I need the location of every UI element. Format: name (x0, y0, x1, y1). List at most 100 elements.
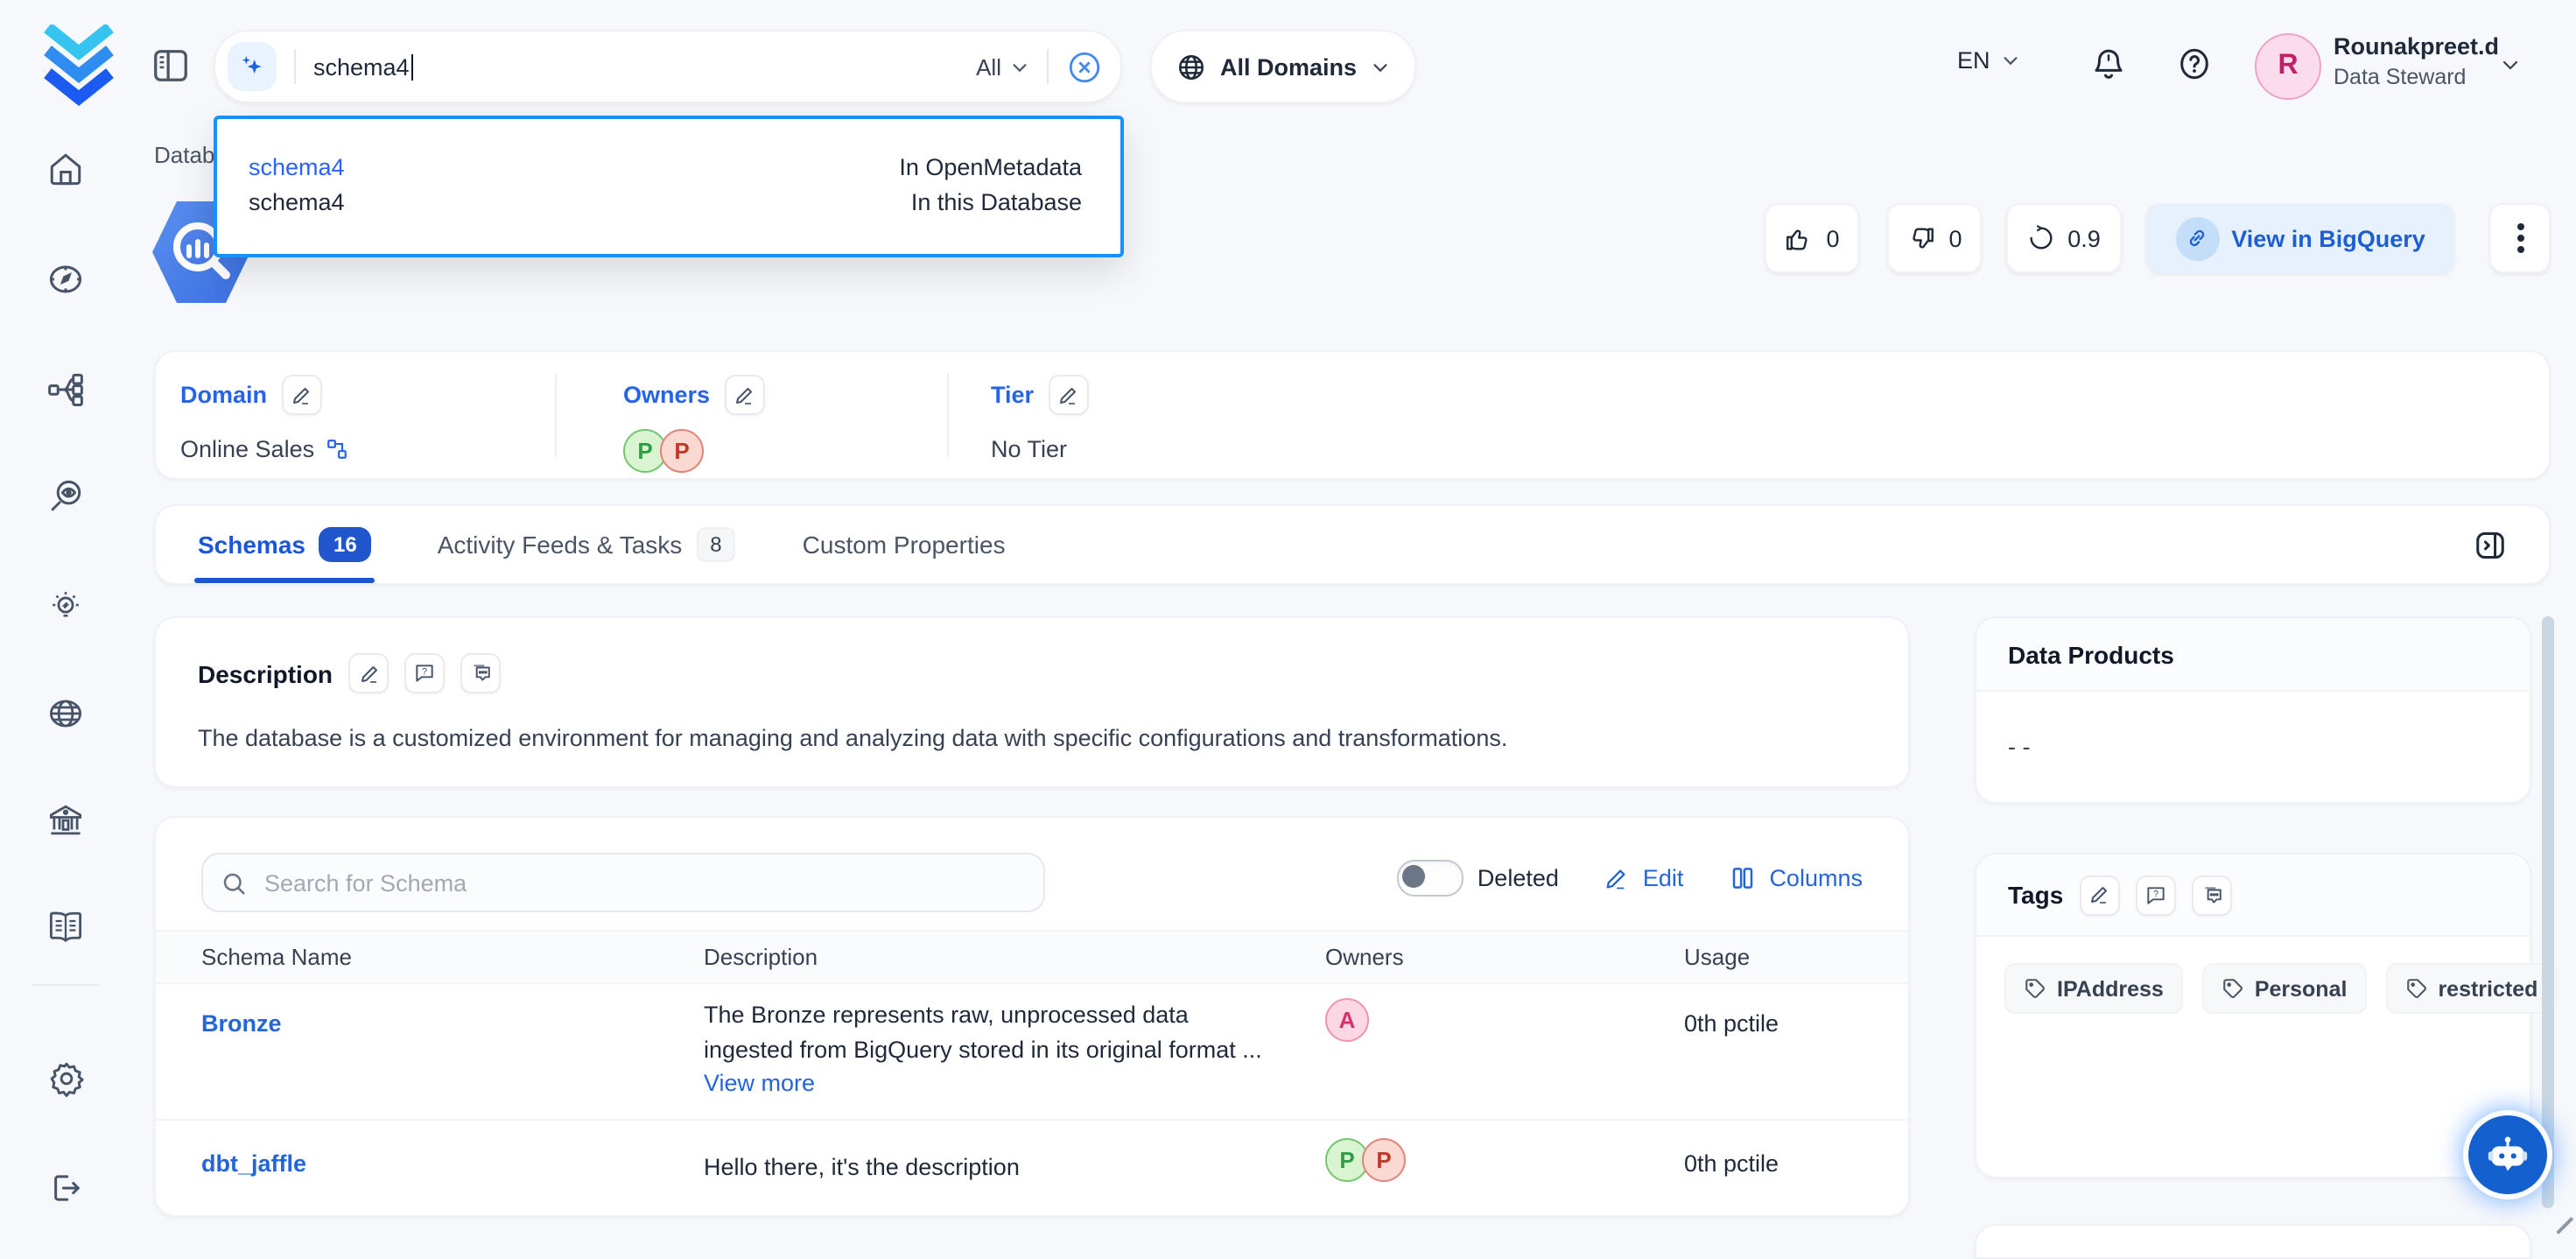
panel-scrollbar[interactable] (2542, 616, 2554, 1208)
link-icon (2175, 216, 2219, 260)
kebab-menu-icon (2516, 222, 2523, 254)
suggestion-label[interactable]: schema4 (249, 151, 345, 184)
schema-search-input[interactable] (261, 868, 1026, 897)
pencil-icon (2088, 884, 2109, 905)
tag-chip[interactable]: IPAddress (2004, 963, 2183, 1014)
breadcrumb[interactable]: Datab (154, 142, 214, 168)
sidebar-toggle-button[interactable] (151, 46, 191, 86)
clear-search-button[interactable] (1066, 48, 1103, 85)
sidebar-item-insights[interactable] (47, 587, 84, 623)
upvote-button[interactable]: 0 (1765, 203, 1859, 273)
downvote-count: 0 (1948, 225, 1962, 251)
tier-value: No Tier (991, 436, 1067, 462)
expand-side-panel-button[interactable] (2474, 528, 2507, 561)
suggestion-context: In this Database (911, 186, 1082, 219)
pencil-icon (291, 384, 312, 405)
sidebar-item-observability[interactable] (47, 478, 84, 515)
view-in-bigquery-button[interactable]: View in BigQuery (2146, 203, 2454, 273)
column-header-schema-name[interactable]: Schema Name (201, 944, 352, 970)
suggestion-label[interactable]: schema4 (249, 186, 345, 219)
user-avatar[interactable]: R (2255, 33, 2321, 100)
tags-conversations-button[interactable] (2191, 875, 2231, 915)
all-domains-button[interactable]: All Domains (1150, 30, 1416, 103)
tab-schemas[interactable]: Schemas 16 (198, 506, 371, 583)
owner-avatar[interactable]: P (660, 429, 704, 473)
svg-text:?: ? (422, 667, 427, 678)
divider (555, 373, 557, 457)
sidebar-item-explore[interactable] (47, 261, 84, 298)
column-header-owners[interactable]: Owners (1325, 944, 1404, 970)
show-deleted-toggle[interactable]: Deleted (1397, 860, 1559, 897)
description-conversations-button[interactable] (460, 653, 501, 693)
schemas-count-badge: 16 (319, 527, 371, 562)
insights-bulb-icon (47, 587, 84, 623)
help-button[interactable] (2176, 46, 2213, 82)
edit-domain-button[interactable] (281, 375, 321, 415)
observability-search-eye-icon (47, 478, 84, 515)
schema-link[interactable]: dbt_jaffle (201, 1150, 306, 1177)
request-description-button[interactable]: ? (404, 653, 445, 693)
data-products-title: Data Products (2008, 640, 2174, 668)
sparkles-icon (228, 42, 277, 91)
language-selector[interactable]: EN (1957, 47, 2020, 74)
usage-value: 0th pctile (1684, 1010, 1779, 1037)
sidebar-item-domains[interactable] (47, 695, 84, 732)
table-row: Bronze The Bronze represents raw, unproc… (156, 981, 1910, 1121)
edit-tier-button[interactable] (1048, 375, 1088, 415)
view-more-link[interactable]: View more (704, 1066, 1262, 1101)
data-products-empty: - - (1976, 692, 2530, 802)
downvote-button[interactable]: 0 (1887, 203, 1982, 273)
user-name: Rounakpreet.d (2334, 33, 2499, 60)
toggle-switch[interactable] (1397, 860, 1463, 897)
edit-owners-button[interactable] (724, 375, 764, 415)
suggestion-item[interactable]: schema4 In OpenMetadata (249, 151, 1082, 184)
chevron-down-icon (2500, 54, 2521, 75)
search-scope-dropdown[interactable]: All (976, 53, 1029, 80)
global-search-bar[interactable]: schema4 All (214, 30, 1122, 103)
corner-resize-mark (2556, 1217, 2572, 1234)
question-circle-icon (2176, 46, 2213, 82)
svg-text:?: ? (2152, 889, 2158, 899)
version-button[interactable]: 0.9 (2006, 203, 2122, 273)
chatbot-button[interactable] (2468, 1115, 2547, 1194)
data-products-card: Data Products - - (1975, 616, 2531, 804)
tag-icon (2404, 977, 2427, 1000)
owner-avatar[interactable]: P (1362, 1138, 1406, 1182)
domain-value[interactable]: Online Sales (180, 436, 314, 462)
column-header-description[interactable]: Description (704, 944, 818, 970)
tab-activity-feeds[interactable]: Activity Feeds & Tasks 8 (438, 506, 736, 583)
settings-gear-icon (47, 1059, 86, 1098)
edit-tags-button[interactable] (2079, 875, 2119, 915)
globe-icon (1176, 52, 1206, 81)
tab-custom-properties[interactable]: Custom Properties (803, 506, 1006, 583)
tag-chip[interactable]: restricted (2385, 963, 2557, 1014)
edit-description-button[interactable] (348, 653, 389, 693)
tags-card: Tags ? IPAddress Personal restricted (1975, 853, 2531, 1178)
search-input[interactable]: schema4 (313, 53, 414, 80)
schema-link[interactable]: Bronze (201, 1010, 282, 1037)
thumbs-down-icon (1906, 223, 1936, 253)
sidebar-divider (32, 984, 100, 986)
sidebar-item-logout[interactable] (47, 1170, 84, 1206)
version-number: 0.9 (2067, 225, 2101, 251)
owner-avatar[interactable]: A (1325, 998, 1369, 1042)
sidebar-item-glossary[interactable] (47, 909, 84, 946)
sidebar-item-lineage[interactable] (47, 371, 84, 408)
suggestion-item[interactable]: schema4 In this Database (249, 186, 1082, 219)
explore-compass-icon (47, 261, 84, 298)
request-tags-button[interactable]: ? (2135, 875, 2175, 915)
notifications-button[interactable] (2090, 46, 2127, 82)
schema-search-box[interactable] (201, 853, 1045, 912)
user-menu-chevron[interactable] (2500, 54, 2521, 75)
govern-bank-icon (47, 802, 84, 839)
column-header-usage[interactable]: Usage (1684, 944, 1750, 970)
sidebar-item-settings[interactable] (47, 1059, 86, 1098)
text-caret (411, 53, 414, 80)
sidebar-item-home[interactable] (47, 151, 84, 187)
edit-table-button[interactable]: Edit (1604, 865, 1684, 891)
tag-icon (2024, 977, 2046, 1000)
tag-chip[interactable]: Personal (2202, 963, 2367, 1014)
more-actions-button[interactable] (2489, 203, 2551, 273)
sidebar-item-govern[interactable] (47, 802, 84, 839)
columns-button[interactable]: Columns (1729, 865, 1863, 891)
